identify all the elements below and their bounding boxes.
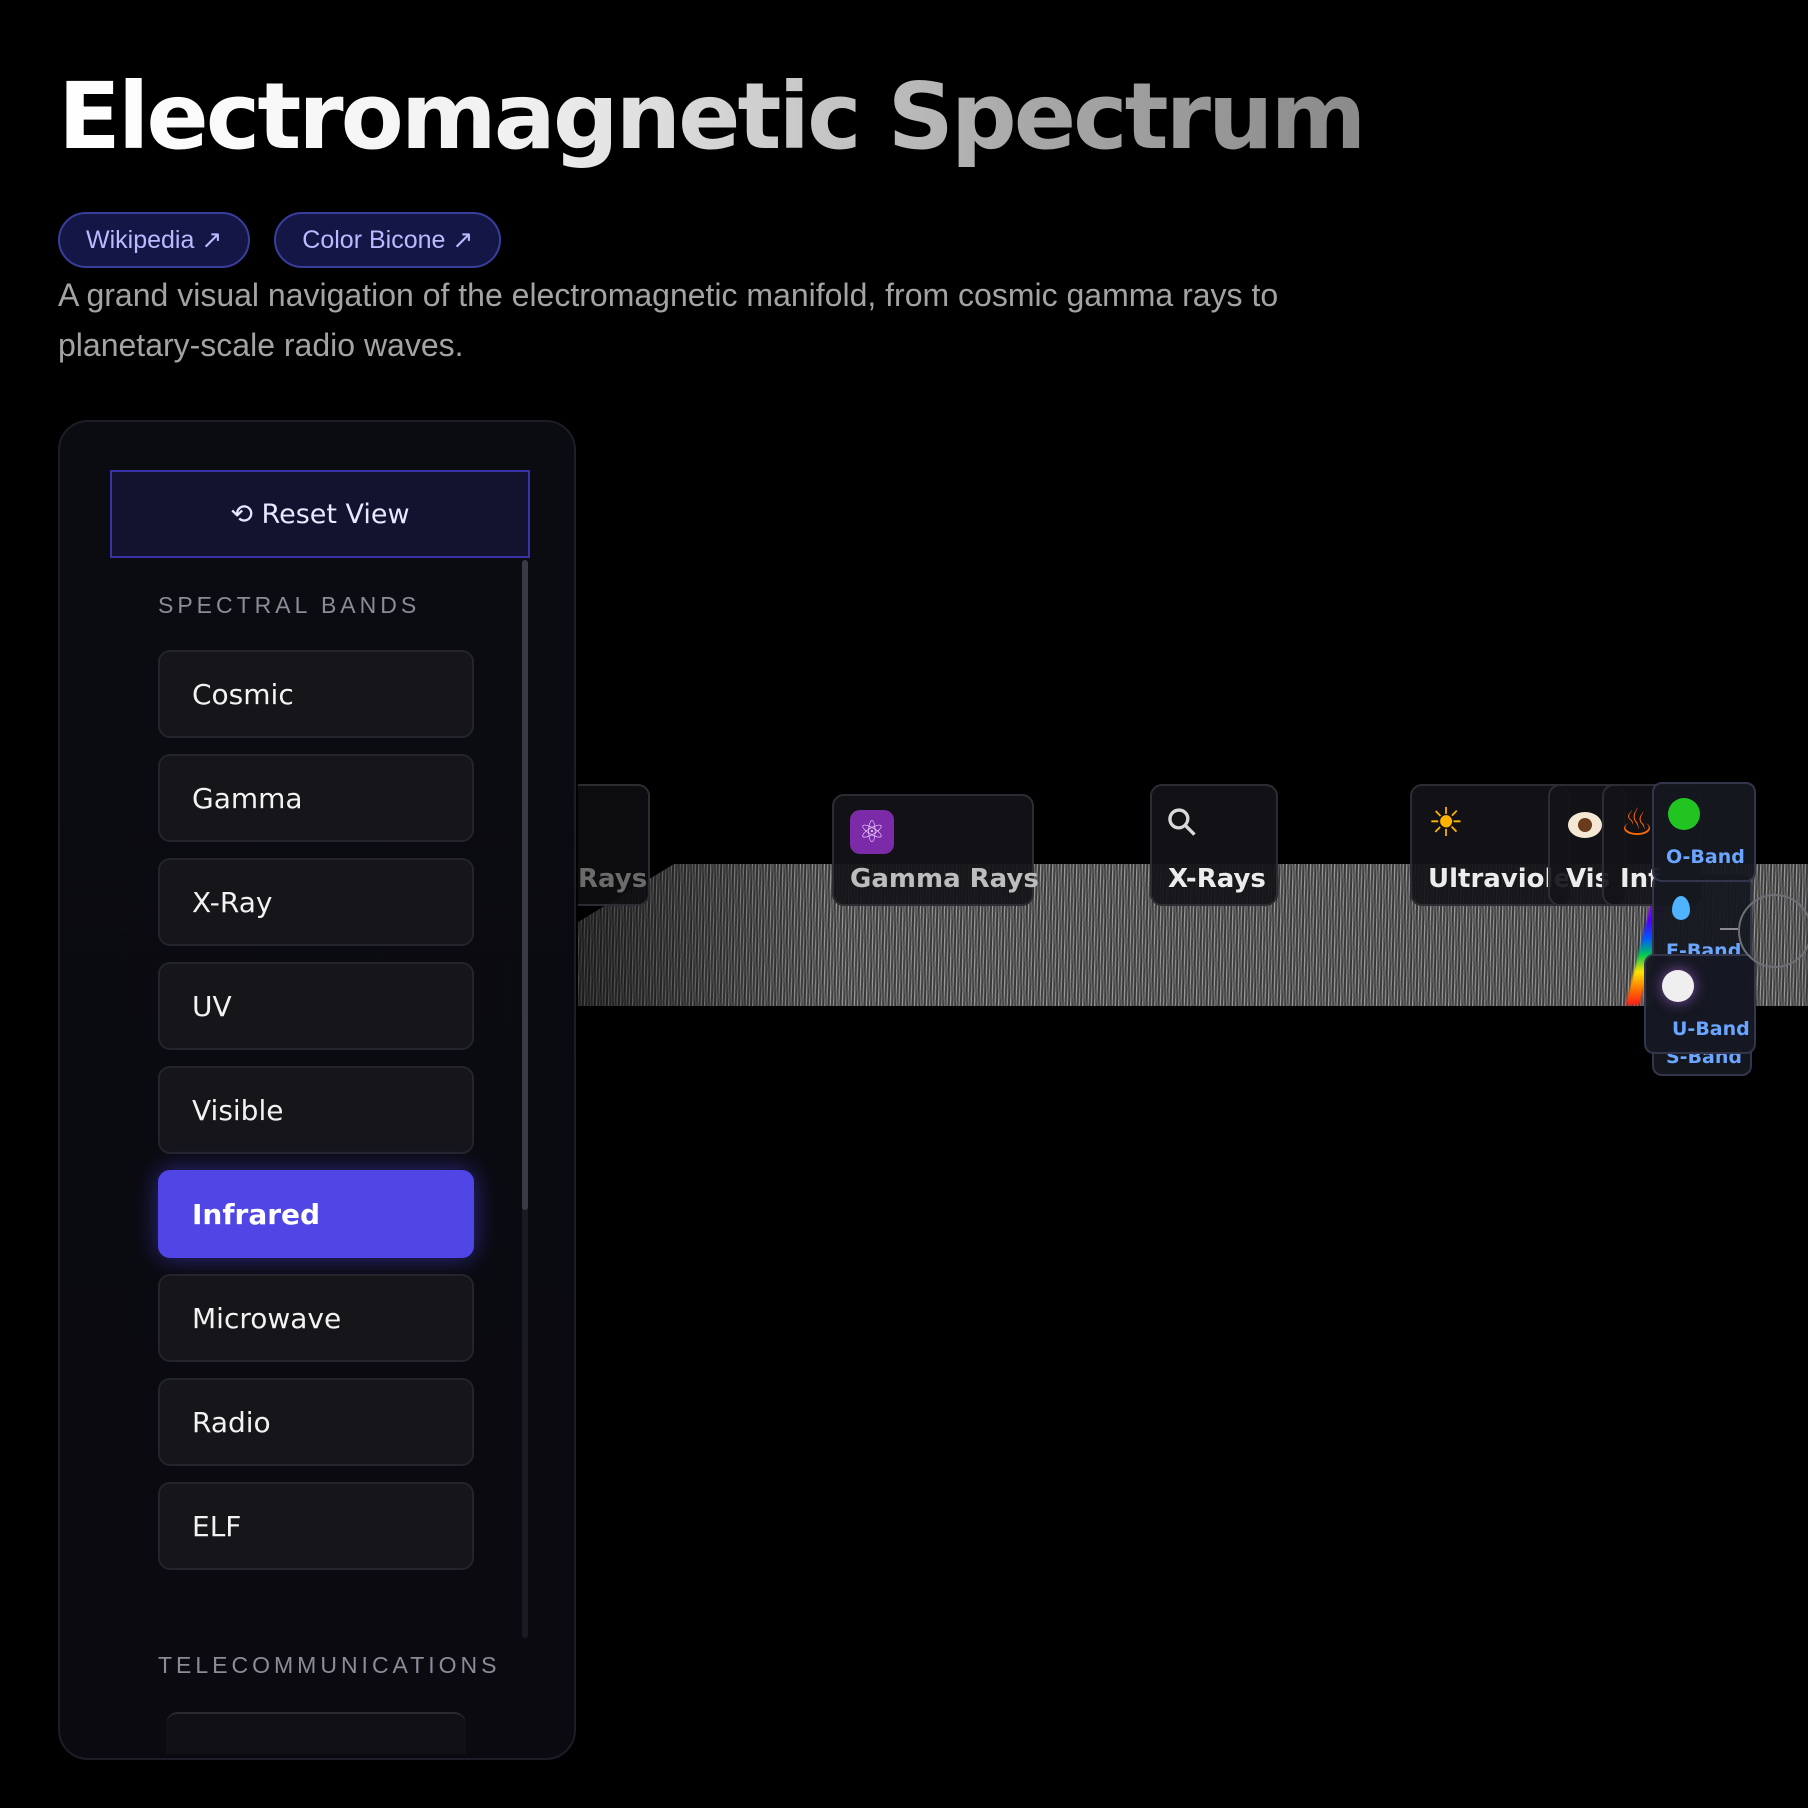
reset-view-button[interactable]: ⟲ Reset View (110, 470, 530, 558)
link-pills: Wikipedia ↗ Color Bicone ↗ (58, 212, 502, 268)
band-button-infrared[interactable]: Infrared (158, 1170, 474, 1258)
telecommunications-heading: TELECOMMUNICATIONS (158, 1652, 501, 1678)
band-card-label: Rays (578, 864, 648, 894)
band-button-radio[interactable]: Radio (158, 1378, 474, 1466)
band-card-ultraviolet[interactable]: ☀ Ultraviole (1410, 784, 1570, 906)
white-circle-icon (1662, 970, 1694, 1002)
band-card-gamma-rays[interactable]: ⚛ Gamma Rays (832, 794, 1039, 906)
connector-line (1720, 928, 1738, 930)
band-button-gamma[interactable]: Gamma (158, 754, 474, 842)
telecom-card-label: U-Band (1672, 1018, 1750, 1040)
band-card-cosmic-rays[interactable]: Rays (578, 784, 650, 906)
band-button-uv[interactable]: UV (158, 962, 474, 1050)
band-button-visible[interactable]: Visible (158, 1066, 474, 1154)
band-button-microwave[interactable]: Microwave (158, 1274, 474, 1362)
telecom-button-partial[interactable] (166, 1712, 466, 1754)
band-card-label: X-Rays (1168, 864, 1266, 894)
telecom-card-o-band[interactable]: O-Band (1652, 782, 1756, 882)
green-circle-icon (1668, 798, 1700, 830)
wikipedia-link[interactable]: Wikipedia ↗ (58, 212, 251, 268)
band-button-x-ray[interactable]: X-Ray (158, 858, 474, 946)
spectral-bands-heading: SPECTRAL BANDS (158, 592, 421, 618)
bone-icon: ⚲ (1156, 796, 1208, 848)
eye-icon (1568, 812, 1602, 838)
band-button-cosmic[interactable]: Cosmic (158, 650, 474, 738)
sun-icon: ☀ (1428, 800, 1464, 846)
spectrum-visualization[interactable]: Rays ⚛ Gamma Rays ⚲ X-Rays ☀ Ultraviole … (578, 0, 1808, 1808)
band-button-elf[interactable]: ELF (158, 1482, 474, 1570)
band-card-label: Gamma Rays (850, 864, 1039, 894)
sidebar-scrollbar[interactable] (522, 560, 528, 1638)
band-card-x-rays[interactable]: ⚲ X-Rays (1150, 784, 1278, 906)
atom-icon: ⚛ (850, 810, 894, 854)
sidebar-scroll-thumb[interactable] (522, 560, 528, 1210)
telecom-card-u-band[interactable]: U-Band (1644, 954, 1756, 1054)
sidebar-panel: ⟲ Reset View SPECTRAL BANDS Cosmic Gamma… (58, 420, 576, 1760)
droplet-icon (1672, 896, 1690, 920)
color-bicone-link[interactable]: Color Bicone ↗ (274, 212, 502, 268)
spectrum-ring-marker[interactable] (1738, 894, 1808, 968)
band-list: Cosmic Gamma X-Ray UV Visible Infrared M… (158, 650, 474, 1586)
fire-icon: ♨ (1620, 800, 1655, 844)
telecom-card-label: O-Band (1666, 846, 1745, 868)
